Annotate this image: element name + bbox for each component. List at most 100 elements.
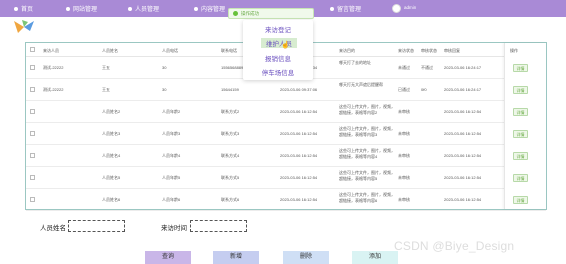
table-cell-time: 2023-03-06 09:37:06 [280, 87, 318, 92]
table-cell-status: 未审核 [398, 175, 410, 180]
time-search-input[interactable] [190, 220, 247, 232]
table-cell-time: 2023-03-06 16:12:54 [280, 131, 318, 136]
table-cell-contact: 联系方式6 [221, 197, 240, 202]
table-cell-visitor: 测试-22222 [43, 65, 64, 70]
detail-button[interactable]: 详情 [513, 86, 528, 94]
watermark: CSDN @Biye_Design [394, 239, 515, 253]
delete-button[interactable]: 删除 [283, 251, 329, 264]
table-cell-name: 人员姓名2 [102, 109, 121, 114]
table-cell-status: 未审核 [398, 131, 410, 136]
table-cell-purpose: 这些可上传文件，图片，视频，超链接，表格等内容5 [339, 170, 395, 181]
table-cell-time: 2023-03-06 16:12:54 [280, 109, 318, 114]
row-checkbox[interactable] [30, 109, 35, 114]
table-cell-reply: 2023-03-06 16:12:54 [444, 197, 482, 202]
detail-button[interactable]: 详情 [513, 130, 528, 138]
detail-button[interactable]: 详情 [513, 64, 528, 72]
table-cell-status: 未审核 [398, 197, 410, 202]
table-cell-visitor: 测试-22222 [43, 87, 64, 92]
select-all-checkbox[interactable] [30, 47, 35, 52]
table-cell-purpose: 这些可上传文件，图片，视频，超链接，表格等内容4 [339, 148, 395, 159]
table-cell-phone: 30 [162, 87, 167, 92]
circle-icon [128, 6, 132, 11]
table-cell-reply: 2023-03-06 16:24:17 [444, 87, 482, 92]
table-cell-purpose: 哪天打无大声遮后提醒帮 [339, 82, 383, 87]
table-cell-reply: 2023-03-06 16:12:54 [444, 131, 482, 136]
table-cell-time: 2023-03-06 16:12:54 [280, 153, 318, 158]
nav-item-home[interactable]: 首页 [14, 0, 33, 17]
hand-cursor-icon: ☝ [281, 42, 290, 49]
table-cell-contact: 联系方式3 [221, 131, 240, 136]
column-header: 联系电话 [221, 48, 237, 53]
row-checkbox[interactable] [30, 87, 35, 92]
detail-button[interactable]: 详情 [513, 152, 528, 160]
table-cell-audit: 不通过 [421, 65, 433, 70]
add-button[interactable]: 新增 [213, 251, 259, 264]
nav-item-content[interactable]: 内容管理 [194, 0, 225, 17]
table-row: 人员姓名2 人员年龄2 联系方式2 2023-03-06 16:12:54 这些可上传文… [26, 101, 546, 123]
nav-item-label: 内容管理 [201, 7, 226, 13]
name-search-input[interactable] [68, 220, 125, 232]
nav-item-staff[interactable]: 人员管理 [128, 0, 159, 17]
circle-icon [194, 6, 198, 11]
menu-item-reimbursement[interactable]: 报销信息 [243, 53, 313, 63]
column-header: 审核状态 [421, 48, 437, 53]
table-cell-purpose: 这些可上传文件，图片，视频，超链接，表格等内容6 [339, 192, 395, 203]
table-cell-reply: 2023-03-06 16:12:54 [444, 109, 482, 114]
table-cell-reply: 2023-03-06 16:24:17 [444, 65, 482, 70]
menu-item-visit-register[interactable]: 来访登记 [243, 24, 313, 34]
detail-button[interactable]: 详情 [513, 108, 528, 116]
detail-button[interactable]: 详情 [513, 196, 528, 204]
table-cell-status: 未通过 [398, 65, 410, 70]
row-checkbox[interactable] [30, 197, 35, 202]
check-icon [233, 11, 238, 16]
nav-item-label: 首页 [21, 7, 34, 13]
menu-item-maintain-staff[interactable]: 维护人员 [261, 38, 297, 48]
table-cell-name: 人员姓名5 [102, 175, 121, 180]
circle-icon [66, 6, 70, 11]
column-header: 审核回复 [444, 48, 460, 53]
query-button[interactable]: 查询 [145, 251, 191, 264]
table-cell-reply: 2023-03-06 16:12:54 [444, 153, 482, 158]
table-cell-phone: 30 [162, 65, 167, 70]
table-cell-name: 人员姓名6 [102, 197, 121, 202]
table-cell-purpose: 这些可上传文件，图片，视频，超链接，表格等内容2 [339, 104, 395, 115]
row-checkbox[interactable] [30, 175, 35, 180]
column-header: 人员电话 [162, 48, 178, 53]
row-checkbox[interactable] [30, 153, 35, 158]
table-row: 人员姓名3 人员年龄3 联系方式3 2023-03-06 16:12:54 这些可上传文… [26, 123, 546, 145]
username[interactable]: admin [404, 5, 416, 10]
circle-icon [330, 6, 334, 11]
table-cell-name: 人员姓名3 [102, 131, 121, 136]
table-cell-name: 王五 [102, 65, 110, 70]
table-cell-status: 未审核 [398, 109, 410, 114]
detail-button[interactable]: 详情 [513, 174, 528, 182]
nav-item-site[interactable]: 网站管理 [66, 0, 97, 17]
nav-item-label: 网站管理 [73, 7, 98, 13]
table-cell-phone: 人员年龄5 [162, 175, 181, 180]
table-cell-reply: 2023-03-06 16:12:54 [444, 175, 482, 180]
row-checkbox[interactable] [30, 131, 35, 136]
add2-button[interactable]: 添加 [352, 251, 398, 264]
menu-item-parking[interactable]: 停车场信息 [243, 67, 313, 77]
nav-item-label: 留言管理 [337, 7, 362, 13]
column-header: 人员姓名 [102, 48, 118, 53]
circle-icon [14, 6, 18, 11]
table-cell-phone: 人员年龄6 [162, 197, 181, 202]
table-cell-phone: 人员年龄4 [162, 153, 181, 158]
table-cell-purpose: 哪天打了去的地址 [339, 60, 371, 65]
table-cell-time: 2023-03-06 16:12:54 [280, 197, 318, 202]
table-row: 人员姓名6 人员年龄6 联系方式6 2023-03-06 16:12:54 这些可上传文… [26, 189, 546, 211]
table-cell-contact: 15644159 [221, 87, 239, 92]
table-cell-time: 2023-03-06 16:12:54 [280, 175, 318, 180]
nav-item-label: 人员管理 [135, 7, 160, 13]
table-row: 测试-22222 王五 30 15644159 2023-03-06 09:37:06 哪… [26, 79, 546, 101]
nav-item-messages[interactable]: 留言管理 [330, 0, 361, 17]
avatar[interactable] [392, 4, 401, 13]
column-header: 来访人员 [43, 48, 59, 53]
column-header: 来访目的 [339, 48, 355, 53]
table-cell-audit: 0f0 [421, 87, 427, 92]
row-checkbox[interactable] [30, 65, 35, 70]
table-cell-contact: 联系方式5 [221, 175, 240, 180]
column-header: 来访状态 [398, 48, 414, 53]
logo-icon [14, 20, 34, 33]
